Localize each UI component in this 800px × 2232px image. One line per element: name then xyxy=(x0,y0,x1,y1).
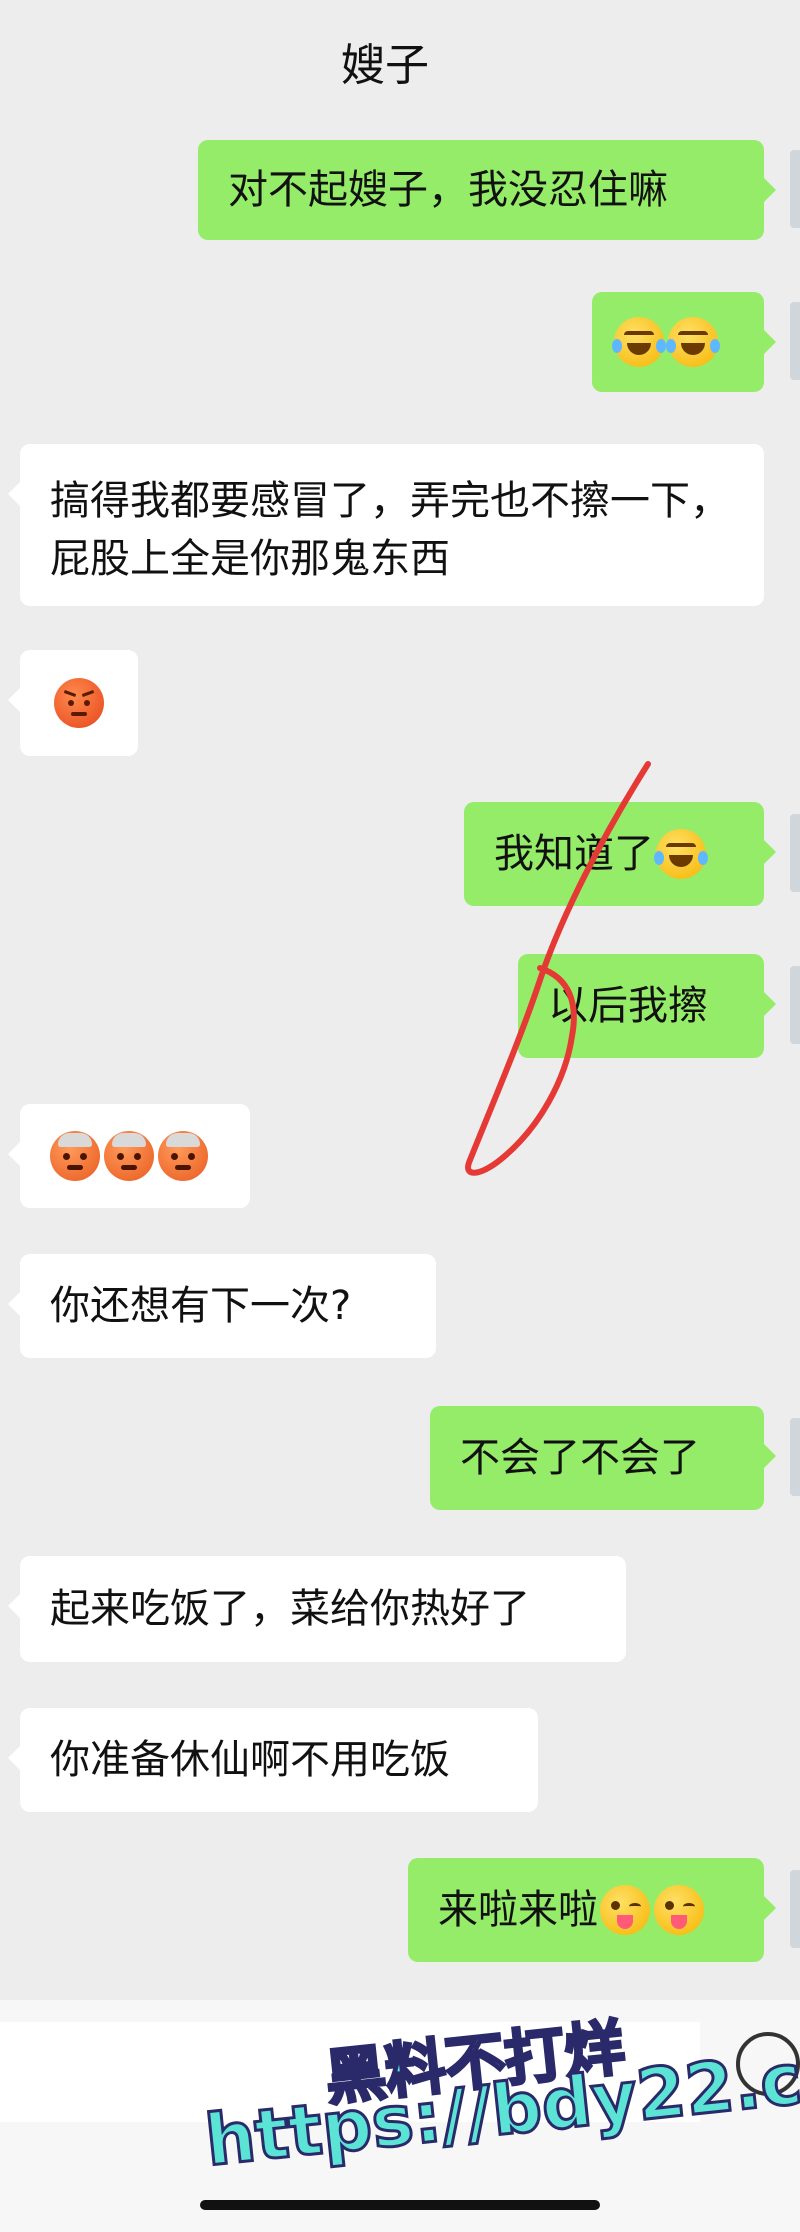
message-bubble-outgoing[interactable]: 我知道了 xyxy=(464,802,776,906)
angry-face-icon xyxy=(54,678,104,728)
message-bubble-outgoing[interactable]: 对不起嫂子，我没忍住嘛 xyxy=(198,140,776,240)
home-indicator[interactable] xyxy=(200,2200,600,2210)
message-text: 我知道了 xyxy=(494,831,654,877)
message-bubble-incoming[interactable]: 你还想有下一次? xyxy=(8,1254,436,1358)
message-text: 以后我擦 xyxy=(548,983,708,1029)
message-row-incoming: 搞得我都要感冒了，弄完也不擦一下，屁股上全是你那鬼东西 xyxy=(0,444,800,606)
message-text: 不会了不会了 xyxy=(460,1435,700,1481)
message-bubble-incoming[interactable] xyxy=(8,650,138,756)
laugh-cry-icon xyxy=(612,317,666,367)
message-row-outgoing: 以后我擦 xyxy=(0,954,800,1058)
message-text: 你还想有下一次? xyxy=(50,1283,352,1329)
message-text: 起来吃饭了，菜给你热好了 xyxy=(50,1586,530,1632)
message-list[interactable]: 对不起嫂子，我没忍住嘛 搞得我都要感冒了，弄完也不擦一下，屁股上全是你那鬼东西 … xyxy=(0,128,800,2000)
message-text: 来啦来啦 xyxy=(438,1887,598,1933)
message-row-outgoing: 来啦来啦 xyxy=(0,1858,800,1962)
message-bubble-incoming[interactable]: 起来吃饭了，菜给你热好了 xyxy=(8,1556,626,1662)
chat-header: 嫂子 xyxy=(0,0,800,128)
cold-sweat-icon xyxy=(158,1131,208,1181)
message-bubble-outgoing[interactable] xyxy=(592,292,776,392)
message-row-outgoing xyxy=(0,292,800,392)
avatar[interactable] xyxy=(790,1418,800,1496)
chat-title: 嫂子 xyxy=(341,40,429,91)
laugh-cry-icon xyxy=(654,829,708,879)
message-row-outgoing: 对不起嫂子，我没忍住嘛 xyxy=(0,140,800,240)
message-text: 你准备休仙啊不用吃饭 xyxy=(50,1737,450,1783)
message-row-incoming: 你准备休仙啊不用吃饭 xyxy=(0,1708,800,1812)
message-bubble-outgoing[interactable]: 不会了不会了 xyxy=(430,1406,776,1510)
message-text: 对不起嫂子，我没忍住嘛 xyxy=(228,167,668,213)
message-text: 搞得我都要感冒了，弄完也不擦一下，屁股上全是你那鬼东西 xyxy=(50,478,730,582)
message-bubble-incoming[interactable]: 你准备休仙啊不用吃饭 xyxy=(8,1708,538,1812)
message-bubble-incoming[interactable]: 搞得我都要感冒了，弄完也不擦一下，屁股上全是你那鬼东西 xyxy=(8,444,764,606)
avatar[interactable] xyxy=(790,966,800,1044)
message-bubble-incoming[interactable] xyxy=(8,1104,250,1208)
avatar[interactable] xyxy=(790,302,800,380)
avatar[interactable] xyxy=(790,150,800,228)
avatar[interactable] xyxy=(790,814,800,892)
wink-tongue-icon xyxy=(654,1885,704,1935)
laugh-cry-icon xyxy=(666,317,720,367)
message-row-incoming: 你还想有下一次? xyxy=(0,1254,800,1358)
message-row-incoming xyxy=(0,650,800,756)
avatar[interactable] xyxy=(790,1870,800,1948)
message-bubble-outgoing[interactable]: 以后我擦 xyxy=(518,954,776,1058)
wink-tongue-icon xyxy=(600,1885,650,1935)
message-bubble-outgoing[interactable]: 来啦来啦 xyxy=(408,1858,776,1962)
message-row-incoming xyxy=(0,1104,800,1208)
message-row-outgoing: 我知道了 xyxy=(0,802,800,906)
cold-sweat-icon xyxy=(104,1131,154,1181)
message-row-incoming: 起来吃饭了，菜给你热好了 xyxy=(0,1556,800,1662)
cold-sweat-icon xyxy=(50,1131,100,1181)
message-row-outgoing: 不会了不会了 xyxy=(0,1406,800,1510)
